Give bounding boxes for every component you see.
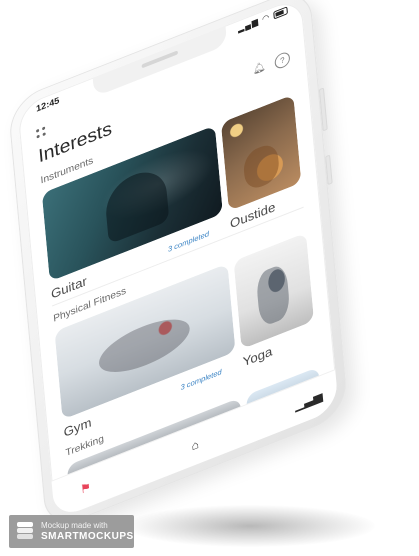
status-icons: ▂▄▆ ◠ [237, 5, 288, 34]
side-button [325, 154, 333, 186]
card-yoga[interactable] [233, 232, 315, 350]
menu-grid-icon[interactable] [35, 125, 49, 141]
guitar-photo [103, 163, 170, 245]
phone-body: 12:45 ▂▄▆ ◠ Interests 🔔︎ ? Instruments G… [7, 0, 349, 533]
speaker [141, 50, 179, 69]
card-name-gym: Gym [63, 414, 93, 440]
gym-photo [97, 308, 192, 383]
app-screen: 12:45 ▂▄▆ ◠ Interests 🔔︎ ? Instruments G… [17, 0, 339, 521]
yoga-photo [255, 262, 291, 328]
notch [92, 25, 228, 98]
signal-icon: ▂▄▆ [237, 16, 260, 34]
flag-icon[interactable]: ⚑ [75, 477, 97, 500]
card-outside[interactable] [220, 94, 302, 212]
card-name-yoga: Yoga [242, 343, 273, 370]
smartmockups-watermark: Mockup made with SMARTMOCKUPS [9, 515, 134, 548]
bell-icon[interactable]: 🔔︎ [252, 60, 266, 78]
home-icon[interactable]: ⌂ [184, 433, 206, 456]
layers-icon [17, 522, 33, 540]
wifi-icon: ◠ [261, 12, 271, 24]
watermark-line2: SMARTMOCKUPS [41, 531, 134, 542]
power-button [318, 87, 328, 132]
page-title: Interests [37, 118, 113, 168]
battery-icon [273, 6, 288, 20]
help-icon[interactable]: ? [274, 50, 291, 71]
phone-mockup: 12:45 ▂▄▆ ◠ Interests 🔔︎ ? Instruments G… [0, 0, 419, 556]
watermark-line1: Mockup made with [41, 521, 108, 530]
status-time: 12:45 [35, 95, 60, 114]
bar-chart-icon[interactable]: ▁▃▅ [294, 388, 323, 413]
outside-photo [242, 140, 281, 193]
